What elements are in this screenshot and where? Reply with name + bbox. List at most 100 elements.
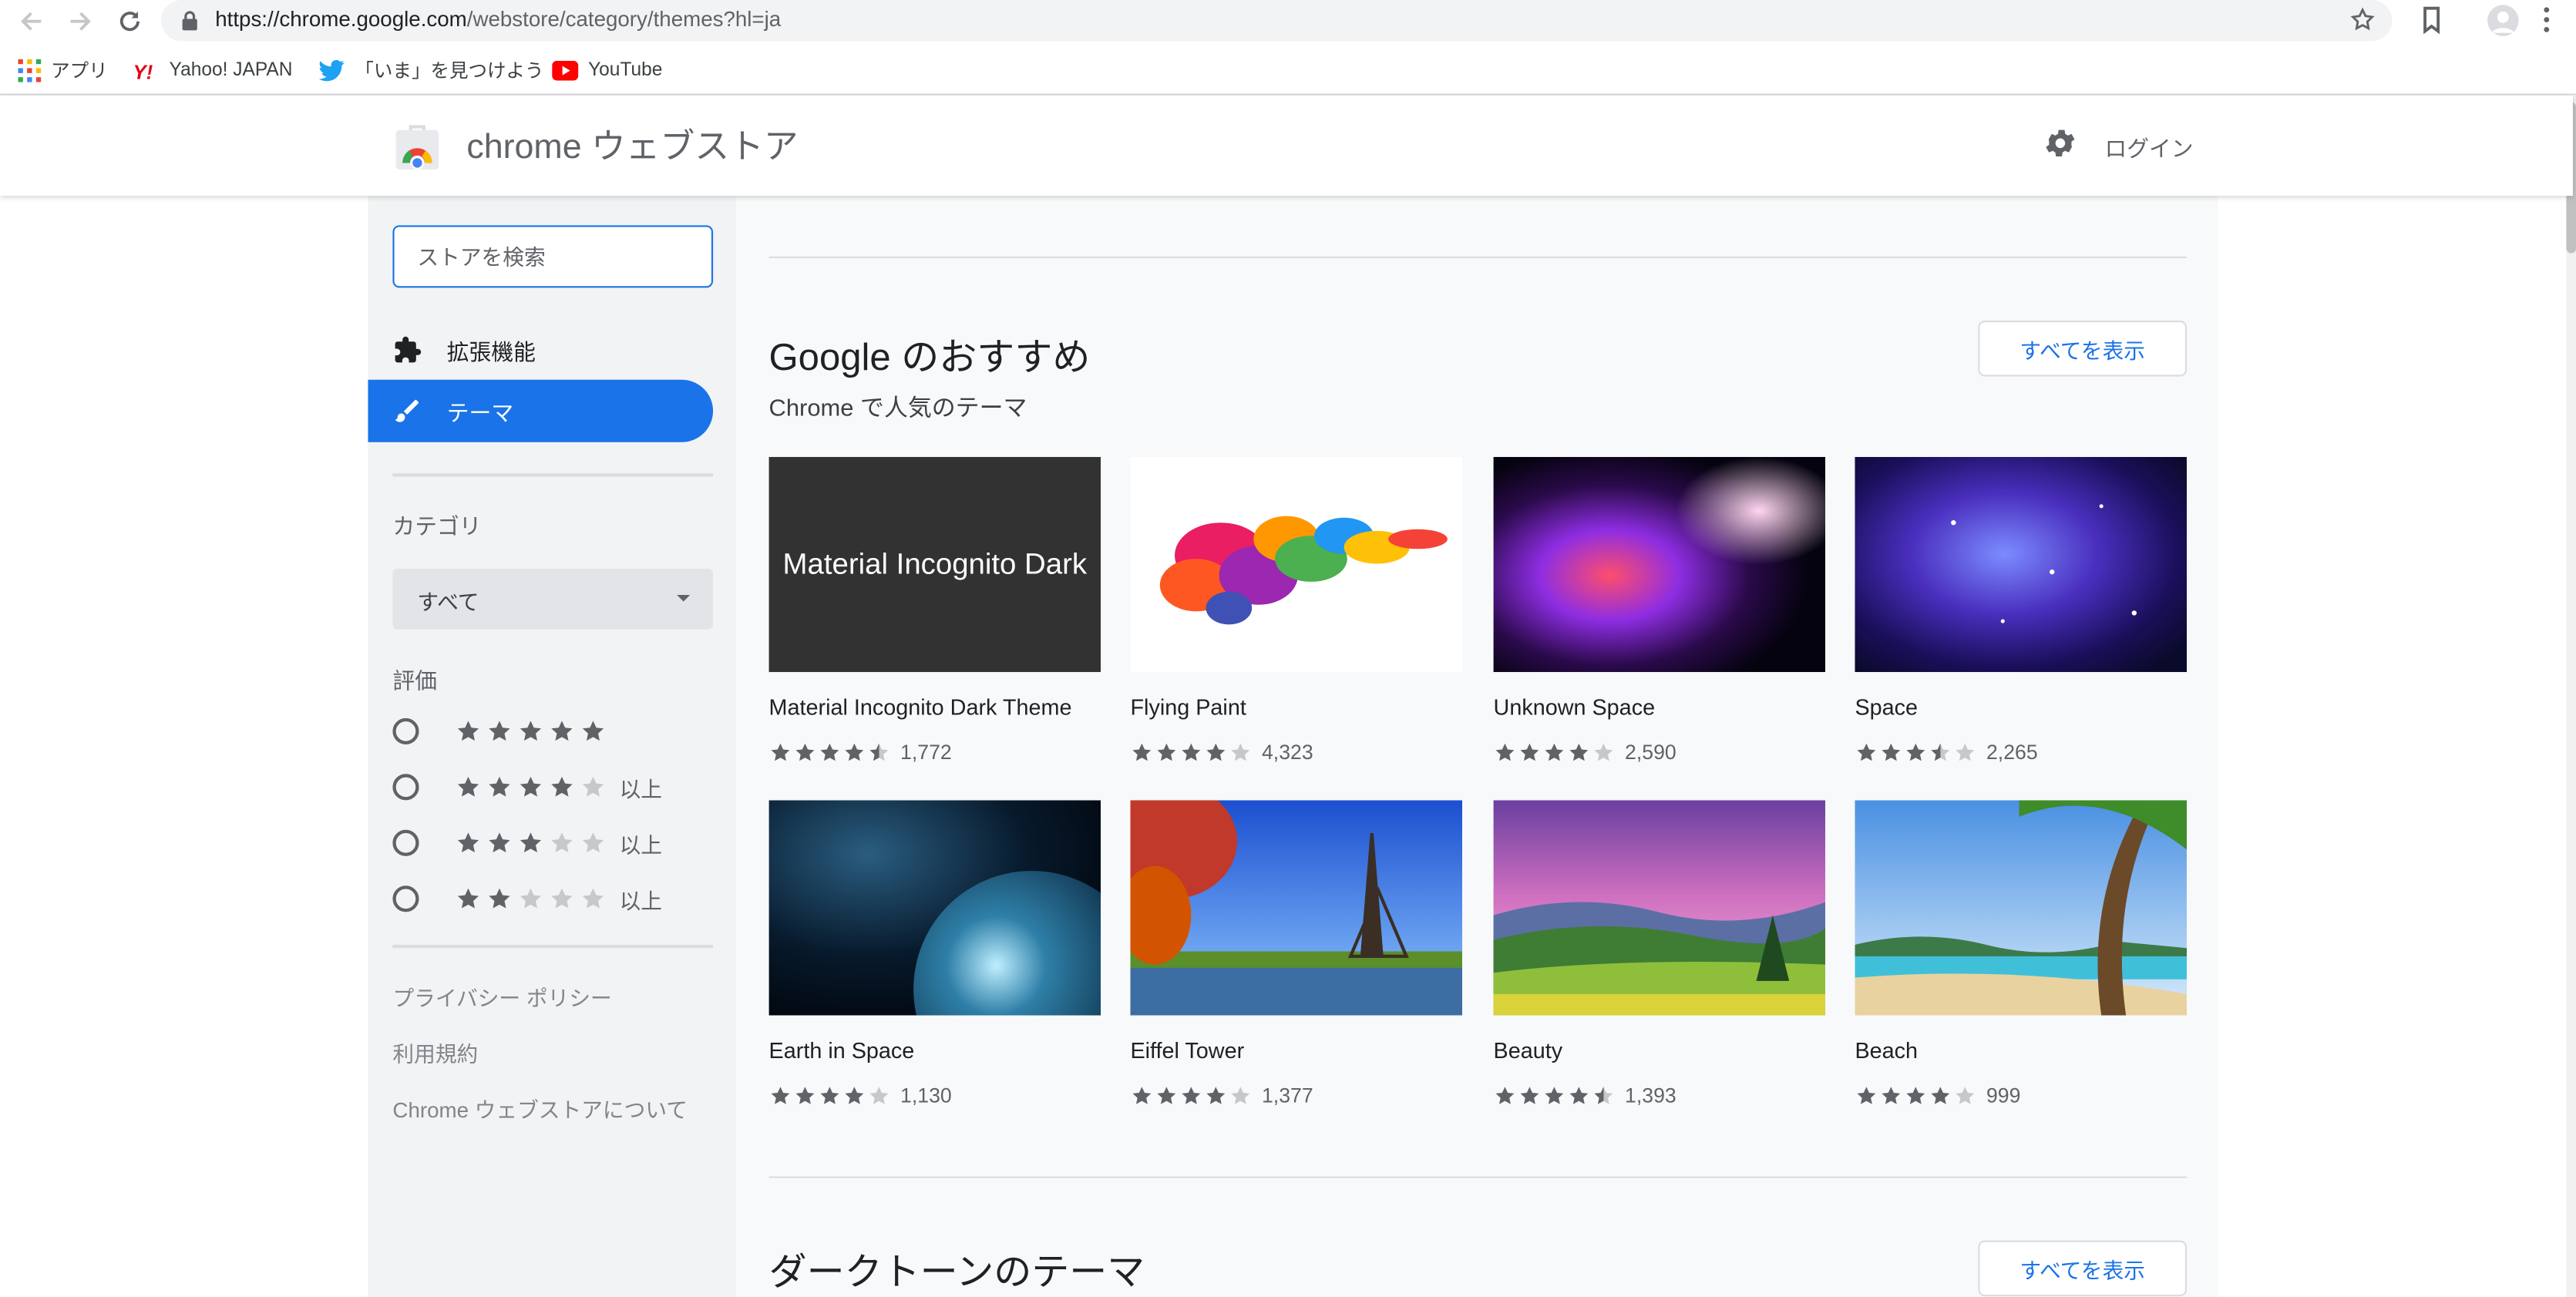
theme-card[interactable]: Material Incognito Dark Material Incogni… xyxy=(768,456,1101,778)
section-title: Google のおすすめ xyxy=(768,335,1091,378)
theme-thumbnail[interactable] xyxy=(1855,456,2188,673)
star-full-icon xyxy=(1857,743,1876,761)
theme-name[interactable]: Earth in Space xyxy=(769,1038,915,1063)
star-full-icon xyxy=(1520,743,1539,761)
rating-suffix: 以上 xyxy=(619,776,663,801)
rating-stars xyxy=(455,885,606,912)
theme-rating: 999 xyxy=(1855,1084,2020,1107)
rating-suffix: 以上 xyxy=(619,832,663,857)
login-link[interactable]: ログイン xyxy=(2104,130,2193,163)
about-store-link[interactable]: Chrome ウェブストアについて xyxy=(392,1093,688,1124)
theme-name[interactable]: Material Incognito Dark Theme xyxy=(769,695,1072,720)
rating-stars xyxy=(1130,741,1252,764)
theme-thumbnail[interactable]: Material Incognito Dark xyxy=(768,456,1101,673)
section-title: ダークトーンのテーマ xyxy=(768,1250,1145,1293)
rating-stars xyxy=(1494,1084,1616,1107)
theme-thumbnail[interactable] xyxy=(768,800,1101,1016)
theme-thumbnail[interactable] xyxy=(1130,800,1463,1016)
view-all-button[interactable]: すべてを表示 xyxy=(1978,321,2188,377)
theme-thumbnail[interactable] xyxy=(1855,800,2188,1016)
nav-extensions[interactable]: 拡張機能 xyxy=(368,319,713,381)
star-full-icon xyxy=(1132,743,1152,761)
star-full-icon xyxy=(845,743,864,761)
rating-suffix: 以上 xyxy=(619,888,663,913)
theme-card[interactable]: Flying Paint 4,323 xyxy=(1130,456,1463,778)
theme-thumbnail[interactable] xyxy=(1130,456,1463,673)
rating-filter-4[interactable]: 以上 xyxy=(392,769,662,805)
store-header: chrome ウェブストア ログイン xyxy=(0,96,2573,197)
theme-name[interactable]: Space xyxy=(1855,695,1918,720)
sidebar-divider xyxy=(392,473,714,477)
star-full-icon xyxy=(1157,1087,1176,1104)
section-divider xyxy=(768,256,2188,259)
rating-label: 評価 xyxy=(392,668,437,694)
chevron-down-icon xyxy=(677,594,691,602)
terms-link[interactable]: 利用規約 xyxy=(392,1037,478,1067)
store-title[interactable]: chrome ウェブストア xyxy=(466,120,798,170)
section-divider xyxy=(768,1176,2188,1178)
star-full-icon xyxy=(771,743,790,761)
rating-count: 1,130 xyxy=(900,1084,952,1108)
theme-name[interactable]: Beach xyxy=(1855,1038,1918,1063)
search-input[interactable] xyxy=(394,227,711,287)
theme-card[interactable]: Beauty 1,393 xyxy=(1493,800,1826,1121)
rating-stars xyxy=(769,1084,891,1107)
sidebar: 拡張機能 テーマ カテゴリ すべて 評価 以上 以上 以上 プライバシー ポリシ… xyxy=(368,196,736,1297)
rating-filter-5[interactable] xyxy=(392,713,619,749)
rating-count: 999 xyxy=(1986,1084,2021,1108)
rating-count: 1,377 xyxy=(1261,1084,1313,1108)
view-all-button[interactable]: すべてを表示 xyxy=(1978,1240,2188,1297)
theme-name[interactable]: Beauty xyxy=(1494,1038,1563,1063)
rating-stars xyxy=(1494,741,1616,764)
radio-button[interactable] xyxy=(392,885,419,912)
star-full-icon xyxy=(457,888,479,909)
star-empty-icon xyxy=(551,888,573,909)
star-full-icon xyxy=(1569,1087,1589,1104)
radio-button[interactable] xyxy=(392,717,419,744)
theme-name[interactable]: Eiffel Tower xyxy=(1130,1038,1244,1063)
star-empty-icon xyxy=(1594,743,1613,761)
rating-stars xyxy=(455,718,606,744)
theme-card[interactable]: Beach 999 xyxy=(1855,800,2188,1121)
radio-button[interactable] xyxy=(392,829,419,856)
star-empty-icon xyxy=(551,832,573,853)
category-select[interactable]: すべて xyxy=(392,568,714,630)
rating-filter-2[interactable]: 以上 xyxy=(392,881,662,917)
star-full-icon xyxy=(489,888,510,909)
theme-name[interactable]: Flying Paint xyxy=(1130,695,1246,720)
star-full-icon xyxy=(1906,1087,1925,1104)
sidebar-divider xyxy=(392,944,714,949)
scrollbar[interactable] xyxy=(2566,96,2576,1297)
privacy-policy-link[interactable]: プライバシー ポリシー xyxy=(392,981,611,1012)
radio-button[interactable] xyxy=(392,774,419,801)
star-full-icon xyxy=(795,743,815,761)
star-full-icon xyxy=(520,832,542,853)
rating-filter-3[interactable]: 以上 xyxy=(392,825,662,861)
star-full-icon xyxy=(1520,1087,1539,1104)
rating-stars xyxy=(1130,1084,1252,1107)
theme-card[interactable]: Earth in Space 1,130 xyxy=(768,800,1101,1121)
webstore-logo-icon[interactable] xyxy=(392,123,442,173)
star-empty-icon xyxy=(1956,1087,1975,1104)
star-full-icon xyxy=(820,1087,839,1104)
star-full-icon xyxy=(1882,1087,1901,1104)
theme-card[interactable]: Eiffel Tower 1,377 xyxy=(1130,800,1463,1121)
theme-thumbnail[interactable] xyxy=(1493,800,1826,1016)
theme-card[interactable]: Unknown Space 2,590 xyxy=(1493,456,1826,778)
star-full-icon xyxy=(771,1087,790,1104)
gear-icon[interactable] xyxy=(2042,125,2078,161)
nav-themes[interactable]: テーマ xyxy=(368,379,714,442)
rating-stars xyxy=(1855,741,1976,764)
star-full-icon xyxy=(489,776,510,797)
search-box[interactable] xyxy=(392,225,714,288)
webstore-page: chrome ウェブストア ログイン 拡張機能 テーマ カテゴリ すべて xyxy=(0,96,2576,1297)
rating-count: 4,323 xyxy=(1261,741,1313,764)
star-half-icon xyxy=(1594,1087,1613,1104)
star-full-icon xyxy=(1545,1087,1564,1104)
theme-card[interactable]: Space 2,265 xyxy=(1855,456,2188,778)
star-half-icon xyxy=(1931,743,1950,761)
star-full-icon xyxy=(1569,743,1589,761)
theme-thumbnail[interactable] xyxy=(1493,456,1826,673)
star-half-icon xyxy=(869,743,889,761)
theme-name[interactable]: Unknown Space xyxy=(1494,695,1656,720)
